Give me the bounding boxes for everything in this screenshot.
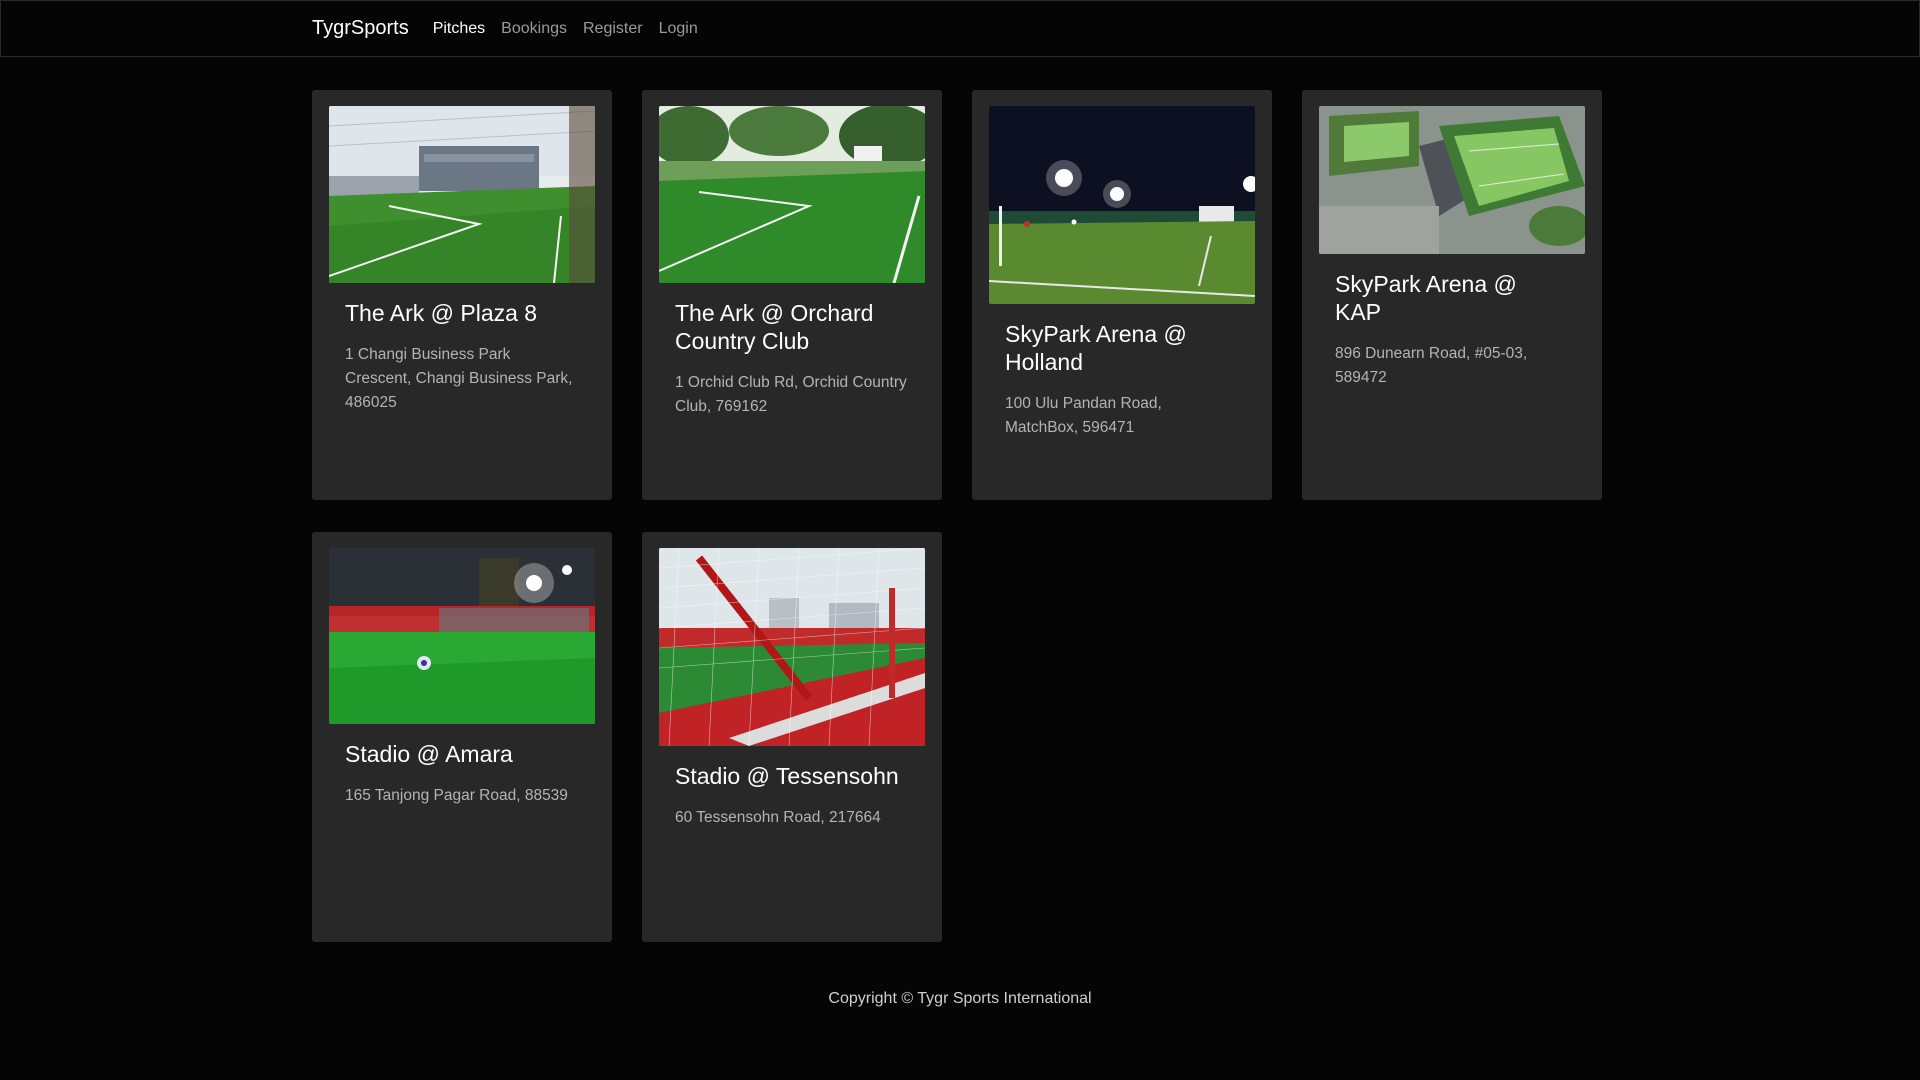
pitch-address: 896 Dunearn Road, #05-03, 589472 (1335, 345, 1528, 386)
footer-copyright: Copyright © Tygr Sports International (828, 990, 1092, 1007)
pitch-address: 100 Ulu Pandan Road, MatchBox, 596471 (1005, 395, 1162, 436)
pitch-photo (989, 106, 1255, 304)
pitch-name: Stadio @ Tessensohn (675, 763, 899, 789)
pitch-name: The Ark @ Orchard Country Club (675, 300, 874, 354)
pitch-photo (659, 548, 925, 746)
pitch-address: 1 Changi Business Park Crescent, Changi … (345, 346, 573, 411)
pitch-card-ark-plaza8[interactable]: The Ark @ Plaza 8 1 Changi Business Park… (312, 90, 612, 500)
pitch-card-ark-orchard[interactable]: The Ark @ Orchard Country Club 1 Orchid … (642, 90, 942, 500)
pitch-name: The Ark @ Plaza 8 (345, 300, 538, 326)
nav-link-bookings[interactable]: Bookings (501, 20, 567, 38)
pitch-address: 1 Orchid Club Rd, Orchid Country Club, 7… (675, 374, 907, 415)
nav-link-register[interactable]: Register (583, 20, 643, 38)
pitch-grid: The Ark @ Plaza 8 1 Changi Business Park… (312, 90, 1602, 942)
nav-link-login[interactable]: Login (659, 20, 698, 38)
brand-link[interactable]: TygrSports (312, 17, 409, 40)
pitch-photo (1319, 106, 1585, 254)
pitch-card-stadio-tessensohn[interactable]: Stadio @ Tessensohn 60 Tessensohn Road, … (642, 532, 942, 942)
pitch-address: 60 Tessensohn Road, 217664 (675, 809, 881, 826)
pitch-name: SkyPark Arena @ Holland (1005, 321, 1187, 375)
pitch-card-stadio-amara[interactable]: Stadio @ Amara 165 Tanjong Pagar Road, 8… (312, 532, 612, 942)
top-navbar: TygrSports Pitches Bookings Register Log… (0, 0, 1920, 57)
pitch-photo (329, 548, 595, 724)
pitch-name: Stadio @ Amara (345, 741, 513, 767)
pitch-name: SkyPark Arena @ KAP (1335, 271, 1517, 325)
pitch-photo (329, 106, 595, 283)
nav-link-pitches[interactable]: Pitches (433, 20, 485, 38)
pitch-card-skypark-holland[interactable]: SkyPark Arena @ Holland 100 Ulu Pandan R… (972, 90, 1272, 500)
pitch-card-skypark-kap[interactable]: SkyPark Arena @ KAP 896 Dunearn Road, #0… (1302, 90, 1602, 500)
pitch-address: 165 Tanjong Pagar Road, 88539 (345, 787, 568, 804)
pitch-photo (659, 106, 925, 283)
